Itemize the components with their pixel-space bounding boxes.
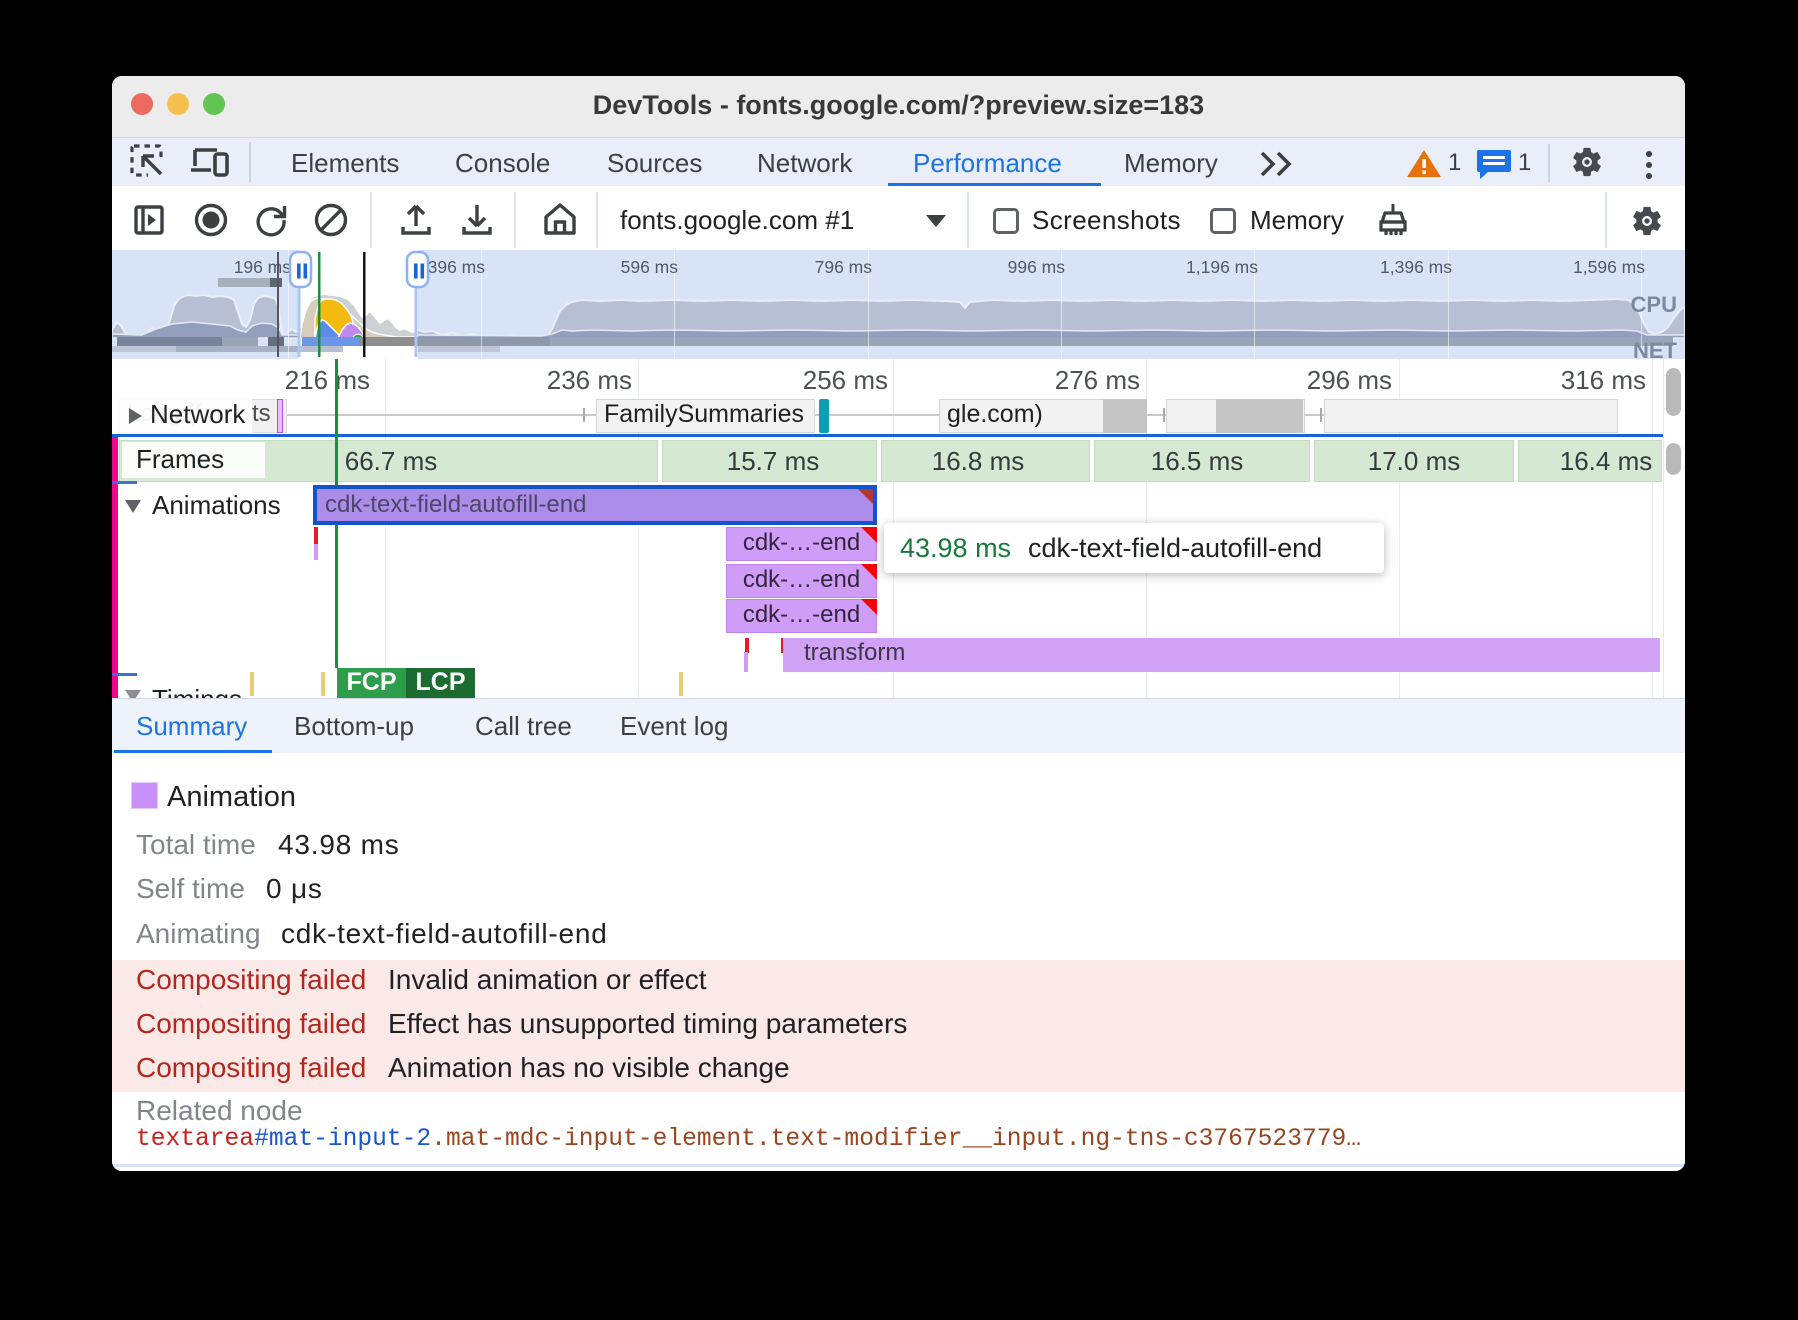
svg-text:1,596 ms: 1,596 ms [1573,257,1645,277]
svg-text:596 ms: 596 ms [621,257,679,277]
svg-text:196 ms: 196 ms [234,257,292,277]
svg-text:1,396 ms: 1,396 ms [1380,257,1452,277]
svg-text:NET: NET [1633,338,1678,359]
svg-text:1,196 ms: 1,196 ms [1186,257,1258,277]
svg-text:CPU: CPU [1631,292,1677,317]
svg-text:996 ms: 996 ms [1008,257,1066,277]
svg-text:396 ms: 396 ms [428,257,486,277]
svg-text:796 ms: 796 ms [815,257,873,277]
